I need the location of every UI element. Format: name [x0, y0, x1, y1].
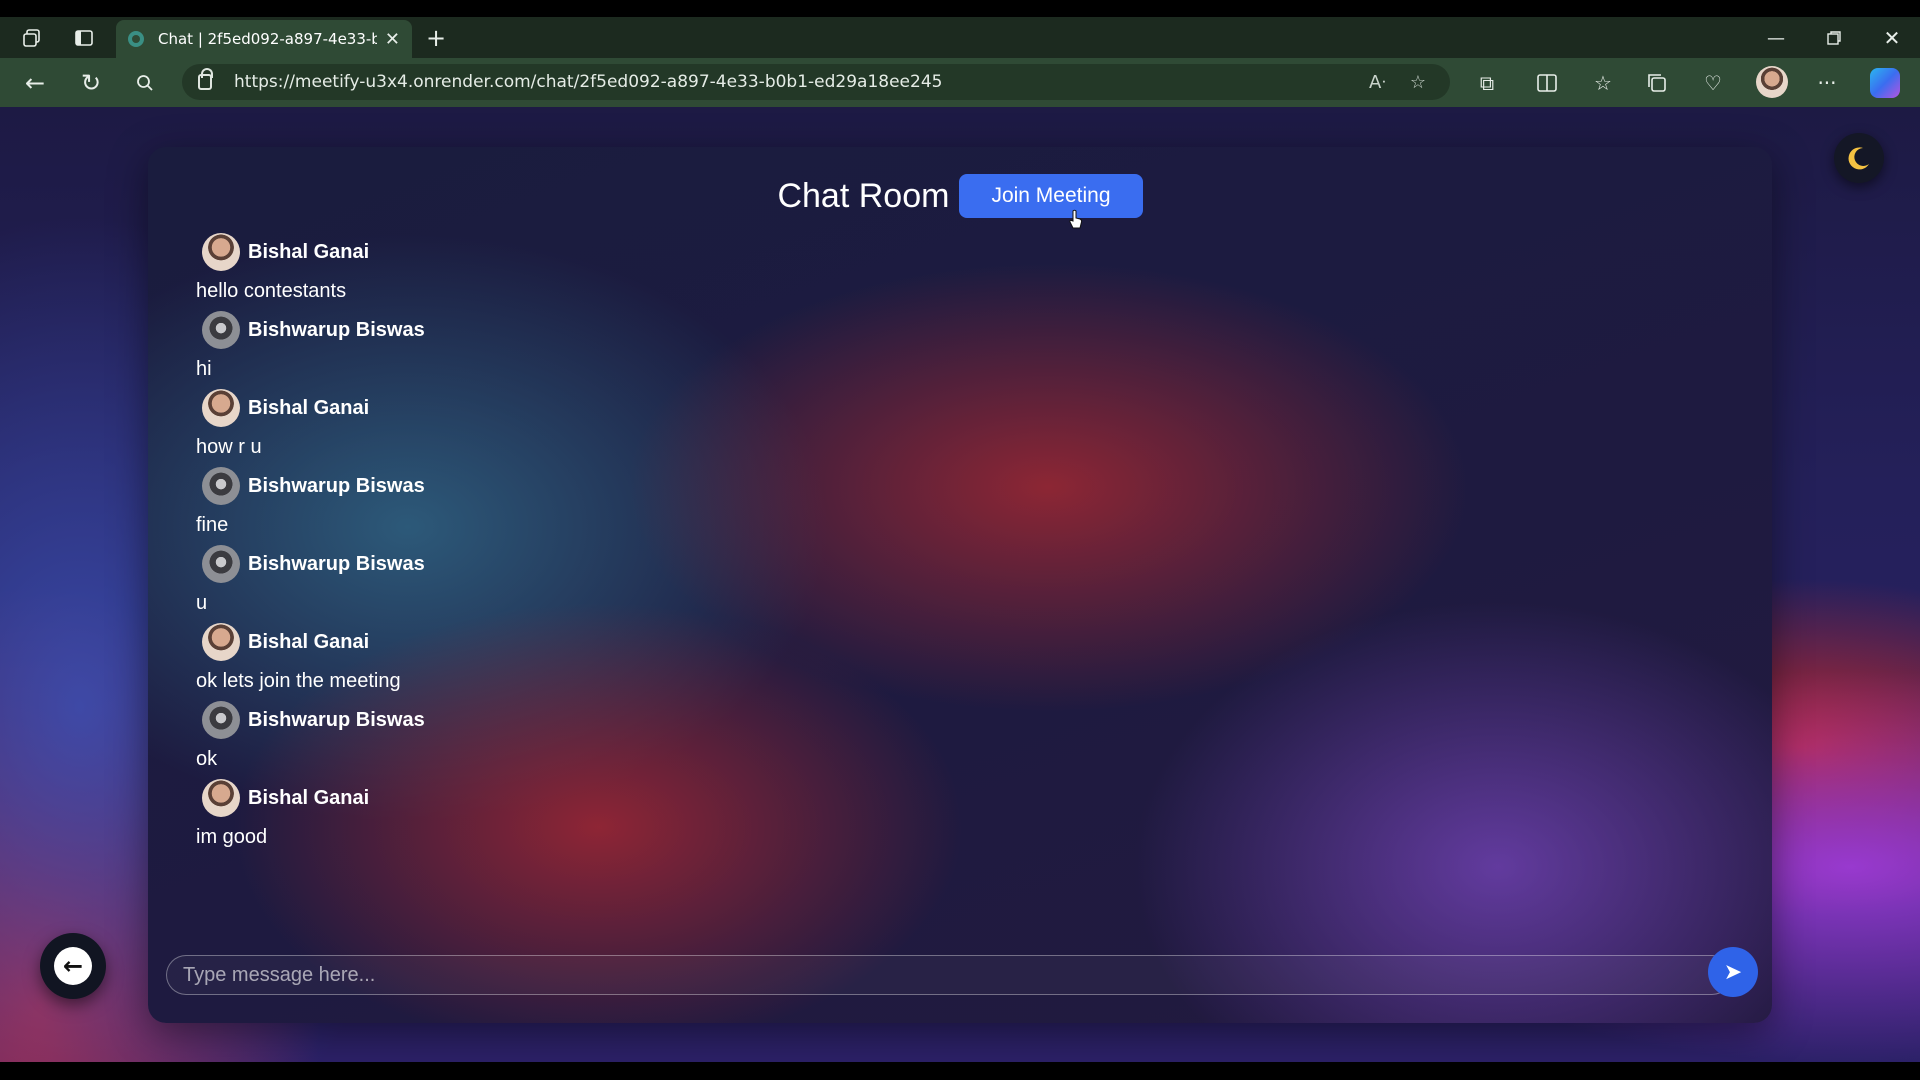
back-arrow-icon: ←: [54, 947, 92, 985]
more-icon[interactable]: ···: [1814, 70, 1840, 96]
address-bar[interactable]: https://meetify-u3x4.onrender.com/chat/2…: [182, 64, 1450, 100]
message-text: ok: [196, 748, 218, 770]
message-author: Bishal Ganai: [248, 396, 370, 419]
message-text: how r u: [196, 436, 262, 458]
message-author: Bishwarup Biswas: [248, 708, 425, 731]
message-author-row: Bishwarup Biswas: [196, 307, 425, 353]
avatar: [202, 389, 240, 427]
search-icon[interactable]: [132, 70, 158, 96]
read-aloud-icon[interactable]: Aᐧ: [1369, 72, 1386, 93]
message-author-row: Bishwarup Biswas: [196, 463, 425, 509]
avatar: [202, 545, 240, 583]
extensions-icon[interactable]: ⧉: [1474, 70, 1500, 96]
avatar: [202, 467, 240, 505]
avatar: [202, 311, 240, 349]
back-icon[interactable]: ←: [22, 69, 48, 97]
copilot-icon[interactable]: [1870, 68, 1900, 98]
profile-icon[interactable]: [1756, 66, 1788, 98]
message-author: Bishwarup Biswas: [248, 474, 425, 497]
message-item: Bishal Ganai hello contestants: [196, 229, 425, 307]
message-text: u: [196, 592, 208, 614]
message-text: fine: [196, 514, 229, 536]
avatar: [202, 701, 240, 739]
active-tab[interactable]: Chat | 2f5ed092-a897-4e33-b0b ✕: [116, 20, 412, 58]
message-item: Bishwarup Biswas fine: [196, 463, 425, 541]
message-author: Bishwarup Biswas: [248, 318, 425, 341]
message-item: Bishwarup Biswas ok: [196, 697, 425, 775]
message-author: Bishal Ganai: [248, 786, 370, 809]
theme-toggle-button[interactable]: [1834, 133, 1884, 183]
message-author-row: Bishwarup Biswas: [196, 541, 425, 587]
collections-icon[interactable]: [1644, 70, 1670, 96]
message-text: ok lets join the meeting: [196, 670, 401, 692]
favorites-icon[interactable]: ☆: [1590, 70, 1616, 96]
message-author: Bishal Ganai: [248, 240, 370, 263]
moon-icon: [1848, 147, 1869, 170]
avatar: [202, 233, 240, 271]
tab-actions-icon[interactable]: [72, 26, 96, 50]
new-tab-icon[interactable]: +: [424, 24, 448, 52]
restore-icon[interactable]: [1822, 26, 1846, 50]
chat-header: Chat Room Join Meeting: [148, 174, 1772, 218]
favorite-star-icon[interactable]: ☆: [1410, 72, 1426, 93]
message-input[interactable]: [167, 956, 1731, 994]
lock-icon[interactable]: [198, 68, 213, 90]
close-window-icon[interactable]: ✕: [1880, 26, 1904, 50]
message-author-row: Bishal Ganai: [196, 385, 425, 431]
page-background: Chat Room Join Meeting Bishal Ganai hello…: [0, 107, 1920, 1062]
url-text[interactable]: https://meetify-u3x4.onrender.com/chat/2…: [234, 72, 1369, 92]
message-item: Bishal Ganai ok lets join the meeting: [196, 619, 425, 697]
close-tab-icon[interactable]: ✕: [385, 29, 400, 50]
site-favicon-icon: [128, 31, 144, 47]
message-author-row: Bishwarup Biswas: [196, 697, 425, 743]
minimize-icon[interactable]: —: [1764, 26, 1788, 50]
message-item: Bishwarup Biswas hi: [196, 307, 425, 385]
send-arrow-icon: ➤: [1723, 959, 1743, 984]
screen-top-edge: [0, 0, 1920, 17]
refresh-icon[interactable]: ↻: [78, 69, 104, 97]
message-author-row: Bishal Ganai: [196, 619, 425, 665]
avatar: [202, 623, 240, 661]
message-item: Bishwarup Biswas u: [196, 541, 425, 619]
workspaces-icon[interactable]: [20, 26, 44, 50]
hand-cursor-icon: [1069, 209, 1083, 229]
send-button[interactable]: ➤: [1708, 947, 1758, 997]
message-author: Bishal Ganai: [248, 630, 370, 653]
message-input-wrapper: [166, 955, 1732, 995]
message-text: hello contestants: [196, 280, 347, 302]
message-author-row: Bishal Ganai: [196, 229, 425, 275]
message-author: Bishwarup Biswas: [248, 552, 425, 575]
browser-essentials-icon[interactable]: ♡: [1700, 70, 1726, 96]
join-meeting-button[interactable]: Join Meeting: [959, 174, 1143, 218]
split-screen-icon[interactable]: [1534, 70, 1560, 96]
back-button[interactable]: ←: [40, 933, 106, 999]
message-item: Bishal Ganai how r u: [196, 385, 425, 463]
message-list: Bishal Ganai hello contestants Bishwarup B…: [196, 229, 425, 853]
tab-title: Chat | 2f5ed092-a897-4e33-b0b: [158, 30, 377, 48]
chat-card: Chat Room Join Meeting Bishal Ganai hello…: [148, 147, 1772, 1023]
message-text: hi: [196, 358, 212, 380]
page-title: Chat Room: [777, 176, 950, 215]
avatar: [202, 779, 240, 817]
message-author-row: Bishal Ganai: [196, 775, 425, 821]
screen-bottom-edge: [0, 1062, 1920, 1080]
message-item: Bishal Ganai im good: [196, 775, 425, 853]
message-text: im good: [196, 826, 268, 848]
